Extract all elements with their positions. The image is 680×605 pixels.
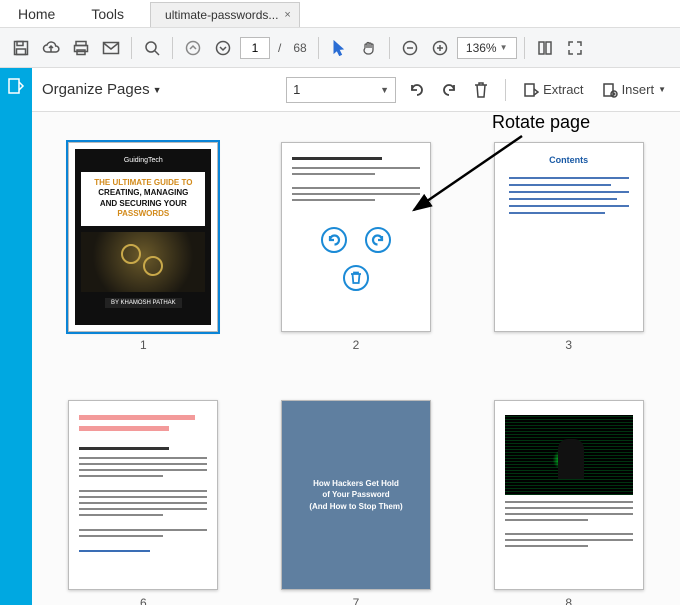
page-number-label: 2 xyxy=(353,338,360,352)
page-thumbnail[interactable]: 6 xyxy=(68,400,218,605)
annotation-label: Rotate page xyxy=(492,112,590,133)
search-icon[interactable] xyxy=(139,35,165,61)
organize-pages-label: Organize Pages xyxy=(42,81,150,98)
page-number-label: 7 xyxy=(353,596,360,605)
chevron-down-icon: ▼ xyxy=(658,85,666,94)
page-thumbnail-image: How Hackers Get Hold of Your Password (A… xyxy=(281,400,431,590)
trash-icon[interactable] xyxy=(470,79,492,101)
fit-width-icon[interactable] xyxy=(532,35,558,61)
close-icon[interactable]: × xyxy=(284,9,290,21)
page-number-label: 8 xyxy=(565,596,572,605)
annotation-arrow xyxy=(392,132,542,232)
side-panel-strip xyxy=(0,68,32,605)
page-thumbnail[interactable]: How Hackers Get Hold of Your Password (A… xyxy=(281,400,431,605)
save-icon[interactable] xyxy=(8,35,34,61)
page-up-icon[interactable] xyxy=(180,35,206,61)
separator xyxy=(389,37,390,59)
print-icon[interactable] xyxy=(68,35,94,61)
extract-label: Extract xyxy=(543,82,583,97)
zoom-value: 136% xyxy=(466,38,497,58)
cover-author: BY KHAMOSH PATHAK xyxy=(105,298,182,308)
cover-art xyxy=(81,232,205,292)
menu-tools[interactable]: Tools xyxy=(73,0,142,27)
insert-button[interactable]: Insert ▼ xyxy=(598,78,670,102)
thumbnail-area: Rotate page GuidingTech THE ULTIMATE GUI… xyxy=(32,112,680,605)
page-number-label: 3 xyxy=(565,338,572,352)
page-number-label: 1 xyxy=(140,338,147,352)
separator xyxy=(131,37,132,59)
page-thumbnail-image xyxy=(494,400,644,590)
rotate-cw-icon[interactable] xyxy=(438,79,460,101)
rotate-cw-overlay-icon[interactable] xyxy=(365,227,391,253)
separator xyxy=(505,79,506,101)
cloud-icon[interactable] xyxy=(38,35,64,61)
rotate-ccw-icon[interactable] xyxy=(406,79,428,101)
mail-icon[interactable] xyxy=(98,35,124,61)
page-thumbnail[interactable]: 8 xyxy=(494,400,644,605)
separator xyxy=(524,37,525,59)
page-image xyxy=(505,415,633,495)
separator xyxy=(318,37,319,59)
chevron-down-icon: ▼ xyxy=(500,38,508,58)
pointer-icon[interactable] xyxy=(326,35,352,61)
organize-pages-dropdown[interactable]: Organize Pages ▼ xyxy=(42,81,162,98)
main-toolbar: / 68 136% ▼ xyxy=(0,28,680,68)
fit-page-icon[interactable] xyxy=(562,35,588,61)
page-separator: / xyxy=(278,41,281,55)
organize-page-select[interactable]: 1 ▼ xyxy=(286,77,396,103)
zoom-in-icon[interactable] xyxy=(427,35,453,61)
document-tab-title: ultimate-passwords... xyxy=(165,8,278,22)
page-thumbnail[interactable]: GuidingTech THE ULTIMATE GUIDE TO CREATI… xyxy=(68,142,218,352)
page-thumbnail-image: GuidingTech THE ULTIMATE GUIDE TO CREATI… xyxy=(68,142,218,332)
page-number-label: 6 xyxy=(140,596,147,605)
insert-label: Insert xyxy=(622,82,655,97)
page-total: 68 xyxy=(293,41,306,55)
organize-page-value: 1 xyxy=(293,82,300,97)
chevron-down-icon: ▼ xyxy=(380,85,389,95)
zoom-level-select[interactable]: 136% ▼ xyxy=(457,37,517,59)
hand-icon[interactable] xyxy=(356,35,382,61)
chevron-down-icon: ▼ xyxy=(153,85,162,95)
extract-button[interactable]: Extract xyxy=(519,78,587,102)
page-number-input[interactable] xyxy=(240,37,270,59)
menu-home[interactable]: Home xyxy=(0,0,73,27)
delete-overlay-icon[interactable] xyxy=(343,265,369,291)
rotate-ccw-overlay-icon[interactable] xyxy=(321,227,347,253)
main-panel: Organize Pages ▼ 1 ▼ Extract xyxy=(32,68,680,605)
page-thumbnail-image xyxy=(68,400,218,590)
page-down-icon[interactable] xyxy=(210,35,236,61)
organize-toolbar: Organize Pages ▼ 1 ▼ Extract xyxy=(32,68,680,112)
menubar: Home Tools ultimate-passwords... × xyxy=(0,0,680,28)
separator xyxy=(172,37,173,59)
cover-brand: GuidingTech xyxy=(124,157,163,164)
organize-pages-tool-icon[interactable] xyxy=(4,74,28,98)
document-tab[interactable]: ultimate-passwords... × xyxy=(150,2,300,27)
zoom-out-icon[interactable] xyxy=(397,35,423,61)
